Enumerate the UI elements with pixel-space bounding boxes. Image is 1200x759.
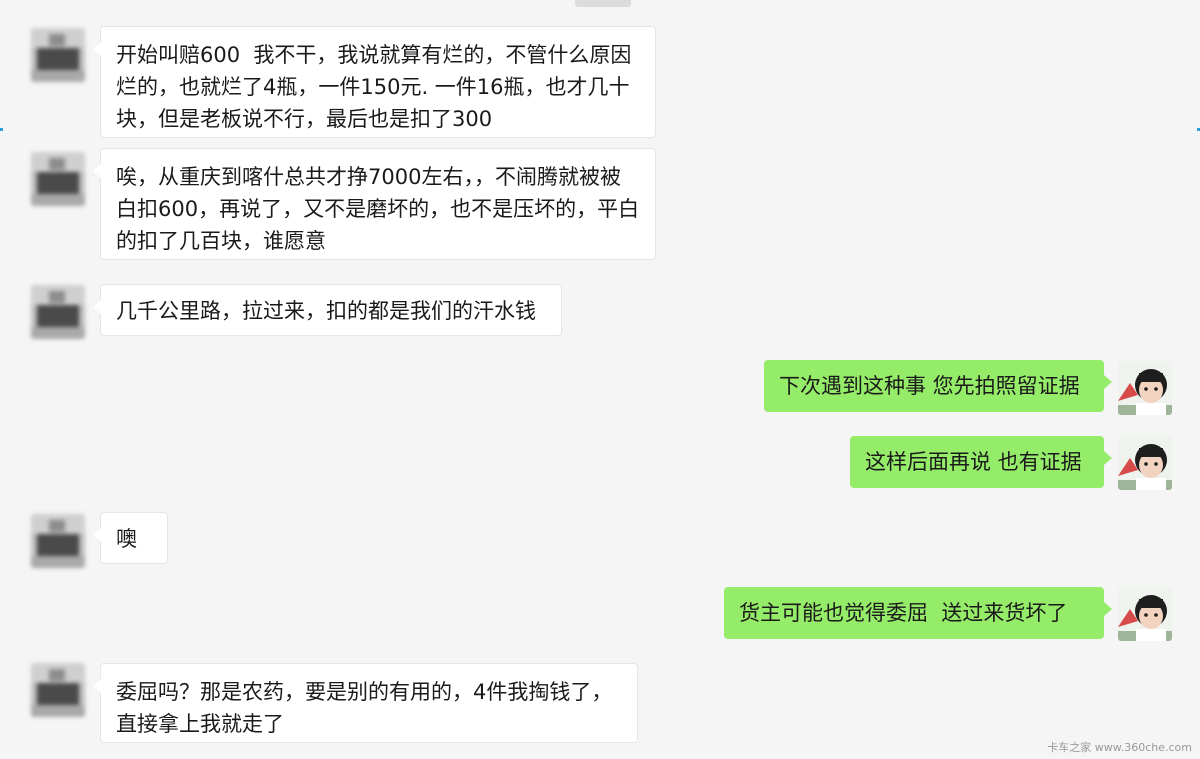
message-bubble[interactable]: 委屈吗？那是农药，要是别的有用的，4件我掏钱了，直接拿上我就走了: [93, 663, 638, 743]
site-watermark: 卡车之家 www.360che.com: [1047, 741, 1192, 754]
message-bubble[interactable]: 下次遇到这种事 您先拍照留证据: [764, 360, 1112, 412]
user-avatar[interactable]: [1118, 587, 1172, 641]
contact-avatar[interactable]: [31, 663, 85, 717]
message-bubble[interactable]: 噢: [93, 512, 168, 564]
message-bubble[interactable]: 开始叫赔600 我不干，我说就算有烂的，不管什么原因烂的，也就烂了4瓶，一件15…: [93, 26, 656, 138]
contact-avatar[interactable]: [31, 285, 85, 339]
user-avatar[interactable]: [1118, 436, 1172, 490]
contact-avatar[interactable]: [31, 152, 85, 206]
message-bubble[interactable]: 几千公里路，拉过来，扣的都是我们的汗水钱: [93, 284, 562, 336]
previous-message-edge: [575, 0, 631, 7]
edge-marker-left: [0, 128, 3, 131]
contact-avatar[interactable]: [31, 514, 85, 568]
message-bubble[interactable]: 唉，从重庆到喀什总共才挣7000左右，，不闹腾就被被白扣600，再说了，又不是磨…: [93, 148, 656, 260]
contact-avatar[interactable]: [31, 28, 85, 82]
message-bubble[interactable]: 货主可能也觉得委屈 送过来货坏了: [724, 587, 1112, 639]
message-bubble[interactable]: 这样后面再说 也有证据: [850, 436, 1112, 488]
user-avatar[interactable]: [1118, 361, 1172, 415]
